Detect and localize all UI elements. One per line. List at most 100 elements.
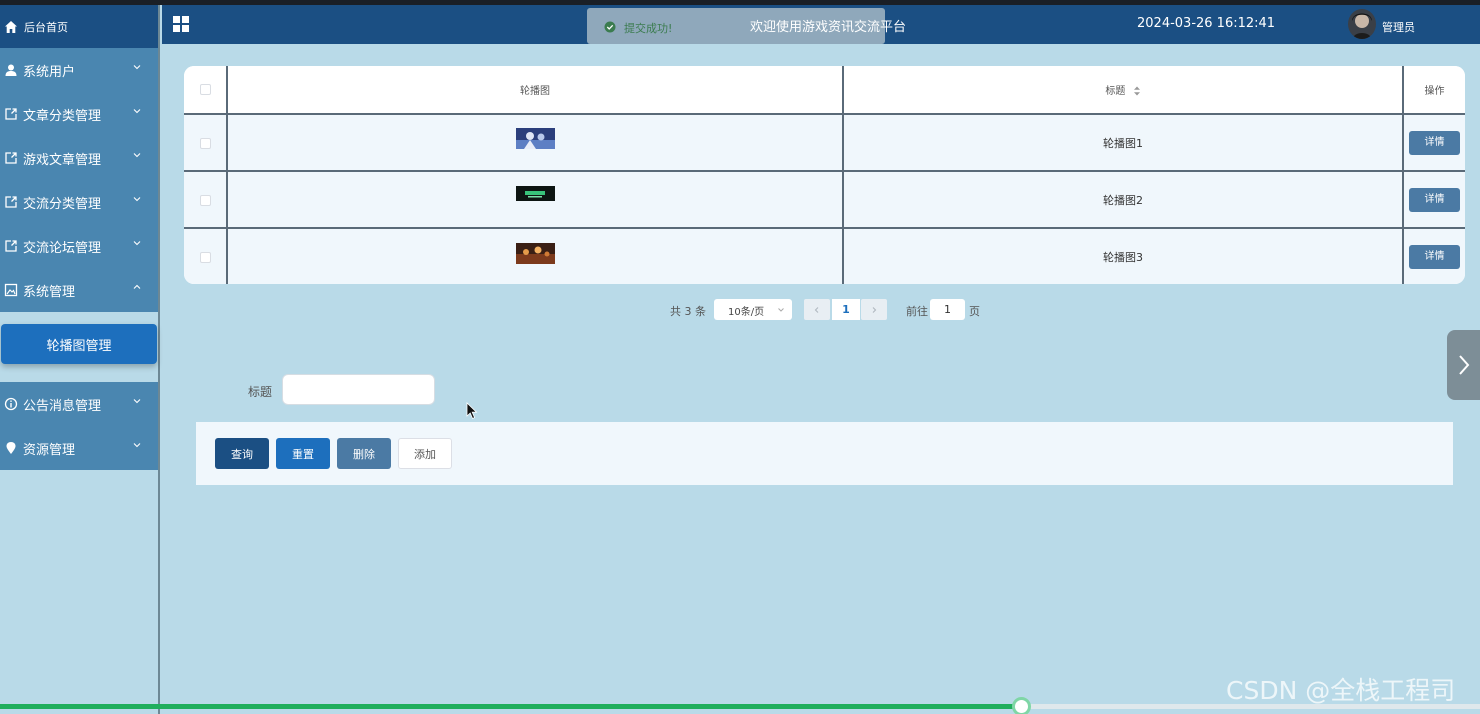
table-row: 轮播图1 详情 — [184, 114, 1465, 172]
pagination-total: 共 3 条 — [670, 305, 706, 318]
external-link-icon — [4, 195, 18, 209]
goto-label: 前往 — [906, 305, 928, 318]
chevron-right-icon — [870, 306, 878, 314]
external-link-icon — [4, 151, 18, 165]
chevron-down-icon — [132, 150, 142, 160]
row-action-cell: 详情 — [1403, 171, 1465, 229]
table-row: 轮播图3 详情 — [184, 228, 1465, 284]
chevron-down-icon — [777, 306, 785, 314]
current-datetime: 2024-03-26 16:12:41 — [1137, 16, 1276, 31]
sidebar-item-label: 交流论坛管理 — [23, 240, 102, 256]
chevron-down-icon — [132, 396, 142, 406]
row-checkbox[interactable] — [199, 137, 211, 149]
sidebar-item-resources[interactable]: 资源管理 — [0, 426, 158, 470]
next-page-button[interactable] — [861, 299, 887, 320]
carousel-table: 轮播图 标题 操作 轮播图1 详情 轮播图2 详情 轮播图3 详情 — [184, 66, 1465, 284]
sidebar-item-article-category[interactable]: 文章分类管理 — [0, 92, 158, 136]
system-submenu: 轮播图管理 — [0, 312, 158, 382]
row-select-cell — [184, 114, 228, 172]
select-all-checkbox[interactable] — [199, 83, 211, 95]
data-table: 轮播图 标题 操作 轮播图1 详情 轮播图2 详情 轮播图3 详情 — [184, 66, 1465, 284]
sidebar-item-label: 游戏文章管理 — [23, 152, 102, 168]
sidebar-item-label: 文章分类管理 — [23, 108, 102, 124]
sidebar-item-exchange-category[interactable]: 交流分类管理 — [0, 180, 158, 224]
pagination: 共 3 条 10条/页 1 前往 1 页 — [0, 299, 1480, 321]
row-checkbox[interactable] — [199, 194, 211, 206]
page-size-select[interactable]: 10条/页 — [714, 299, 792, 320]
goto-page-input[interactable]: 1 — [930, 299, 965, 320]
query-button[interactable]: 查询 — [215, 438, 269, 469]
row-title-cell: 轮播图3 — [843, 228, 1404, 284]
reset-button[interactable]: 重置 — [276, 438, 330, 469]
home-icon — [4, 20, 18, 34]
chevron-down-icon — [132, 106, 142, 116]
external-link-icon — [4, 107, 18, 121]
page-number-current[interactable]: 1 — [832, 299, 860, 320]
row-image-cell — [227, 228, 844, 284]
detail-button[interactable]: 详情 — [1409, 130, 1460, 155]
mouse-cursor-icon — [466, 402, 478, 420]
column-header-image: 轮播图 — [227, 66, 844, 115]
top-header: 提交成功! 欢迎使用游戏资讯交流平台 2024-03-26 16:12:41 管… — [162, 5, 1480, 44]
table-header-row: 轮播图 标题 操作 — [184, 66, 1465, 115]
check-circle-icon — [604, 21, 616, 33]
sidebar-home-label: 后台首页 — [24, 20, 68, 34]
sidebar-item-label: 系统用户 — [23, 64, 76, 80]
row-title-cell: 轮播图2 — [843, 171, 1404, 229]
sidebar-item-announcement[interactable]: 公告消息管理 — [0, 382, 158, 426]
row-image-cell — [227, 114, 844, 172]
delete-button[interactable]: 删除 — [337, 438, 391, 469]
row-checkbox[interactable] — [199, 252, 211, 263]
search-title-label: 标题 — [248, 385, 273, 399]
external-link-icon — [4, 239, 18, 253]
detail-button[interactable]: 详情 — [1409, 245, 1460, 269]
select-all-cell — [184, 66, 228, 115]
search-title-input[interactable] — [282, 374, 435, 405]
chevron-down-icon — [132, 440, 142, 450]
grid-menu-icon[interactable] — [172, 15, 190, 33]
column-header-actions: 操作 — [1403, 66, 1465, 115]
chevron-up-icon — [132, 282, 142, 292]
welcome-title: 欢迎使用游戏资讯交流平台 — [750, 20, 907, 35]
avatar[interactable] — [1348, 9, 1376, 39]
sidebar-item-label: 系统管理 — [23, 284, 76, 300]
row-image-cell — [227, 171, 844, 229]
sidebar-item-system-users[interactable]: 系统用户 — [0, 48, 158, 92]
sidebar-item-game-article[interactable]: 游戏文章管理 — [0, 136, 158, 180]
info-icon — [4, 397, 18, 411]
watermark: CSDN @全栈工程司 — [1226, 676, 1456, 705]
sidebar-item-forum[interactable]: 交流论坛管理 — [0, 224, 158, 268]
chevron-left-icon — [813, 306, 821, 314]
sidebar-item-label: 资源管理 — [23, 442, 76, 458]
picture-icon — [4, 283, 18, 297]
sidebar: 后台首页 系统用户 文章分类管理 游戏文章管理 交流分类管理 交流论坛管理 系统… — [0, 5, 160, 714]
row-action-cell: 详情 — [1403, 114, 1465, 172]
column-header-title[interactable]: 标题 — [843, 66, 1404, 115]
add-button[interactable]: 添加 — [398, 438, 452, 469]
sidebar-home[interactable]: 后台首页 — [0, 5, 158, 48]
action-bar: 查询 重置 删除 添加 — [196, 422, 1453, 485]
user-icon — [4, 63, 18, 77]
row-title-cell: 轮播图1 — [843, 114, 1404, 172]
prev-page-button[interactable] — [804, 299, 830, 320]
page-size-value: 10条/页 — [728, 307, 765, 318]
carousel-thumbnail[interactable] — [515, 186, 555, 201]
chevron-down-icon — [132, 238, 142, 248]
row-select-cell — [184, 228, 228, 284]
column-header-title-label: 标题 — [1105, 86, 1126, 97]
detail-button[interactable]: 详情 — [1409, 187, 1460, 212]
user-name[interactable]: 管理员 — [1382, 19, 1415, 35]
goto-suffix: 页 — [969, 305, 980, 318]
sidebar-subitem-carousel[interactable]: 轮播图管理 — [1, 324, 157, 364]
sort-icon[interactable] — [1133, 86, 1141, 96]
sidebar-item-label: 交流分类管理 — [23, 196, 102, 212]
sidebar-item-label: 公告消息管理 — [23, 398, 102, 414]
location-pin-icon — [4, 441, 18, 455]
carousel-thumbnail[interactable] — [515, 128, 555, 149]
progress-handle[interactable] — [1012, 697, 1032, 714]
row-select-cell — [184, 171, 228, 229]
chevron-down-icon — [132, 194, 142, 204]
carousel-thumbnail[interactable] — [515, 242, 555, 264]
chevron-down-icon — [132, 62, 142, 72]
side-expand-tab[interactable] — [1447, 330, 1480, 400]
